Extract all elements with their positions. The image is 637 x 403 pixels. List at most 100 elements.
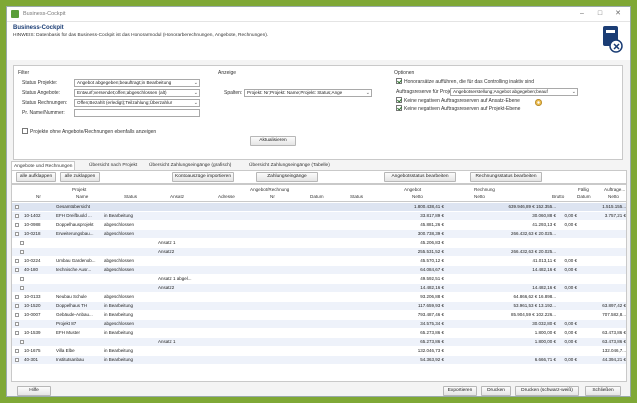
table-row[interactable]: 40-180 technische Ausr... abgeschlossen 64.… xyxy=(12,266,626,274)
expand-toggle-icon[interactable] xyxy=(15,331,19,335)
cell-name: Umbau Gardenob... xyxy=(56,258,96,263)
cell-angebot: 300.738,39 € xyxy=(417,231,444,236)
zahlungseingaenge-button[interactable]: Zahlungseingänge xyxy=(256,172,318,182)
col-ar-nr[interactable]: Nr xyxy=(270,194,275,199)
option-projekt-label: Keine negativen Auftragsreserven auf Pro… xyxy=(404,106,521,112)
col-reserve-netto[interactable]: Netto xyxy=(608,194,619,199)
table-subrow[interactable]: Ansatz 1 65.273,86 € 1.800,00 € 0,00 € 63.47… xyxy=(12,338,626,346)
option-projekt-checkbox[interactable] xyxy=(396,105,402,111)
page-title: Business-Cockpit xyxy=(13,25,64,31)
angebotsstatus-button[interactable]: Angebotsstatus bearbeiten xyxy=(384,172,456,182)
table-row[interactable]: 10-1402 EFH Dreifbuold ... in Bearbeitung 3… xyxy=(12,212,626,220)
collapse-all-button[interactable]: alle zuklappen xyxy=(60,172,100,182)
col-nr[interactable]: Nr xyxy=(36,194,41,199)
cell-status: abgeschlossen xyxy=(104,321,135,326)
expand-toggle-icon[interactable] xyxy=(15,313,19,317)
cell-name: EFH Muster xyxy=(56,330,81,335)
table-row[interactable]: 10-1520 Doppelhaus TH in Bearbeitung 117.65… xyxy=(12,302,626,310)
print-bw-button[interactable]: Drucken (schwarz-weiß) xyxy=(515,386,579,396)
tab-uebersicht-projekt[interactable]: Übersicht nach Projekt xyxy=(89,161,137,170)
cell-status: in Bearbeitung xyxy=(104,357,134,362)
col-angebot-netto[interactable]: Netto xyxy=(412,194,423,199)
col-datum[interactable]: Datum xyxy=(310,194,324,199)
cell-faellig: 0,00 € xyxy=(564,267,577,272)
print-button[interactable]: Drucken xyxy=(481,386,511,396)
table-subrow[interactable]: Ansatz 1 45.206,83 € xyxy=(12,239,626,247)
option-reserve-label: Auftragsreserve für Projekte xyxy=(396,89,459,95)
table-subrow[interactable]: Ansatz2 14.482,16 € 14.482,16 € 0,00 € xyxy=(12,284,626,292)
table-row[interactable]: 10-0133 Neubau Schule abgeschlossen 93.206,… xyxy=(12,293,626,301)
table-subrow[interactable]: Ansatz2 255.531,52 € 266.432,63 € 20.025..… xyxy=(12,248,626,256)
cell-ansatz: Ansatz 1 xyxy=(158,240,176,245)
col-rechnung-netto[interactable]: Netto xyxy=(474,194,485,199)
maximize-button[interactable]: □ xyxy=(593,9,607,19)
table-row[interactable]: 10-1539 EFH Muster in Bearbeitung 65.273,86… xyxy=(12,329,626,337)
table-row[interactable]: 10-0988 Doppelhausprojekt abgeschlossen 45.… xyxy=(12,221,626,229)
table-row[interactable]: 10-1675 Villa Elbe in Bearbeitung 132.046,7… xyxy=(12,347,626,355)
cell-angebot: 65.273,86 € xyxy=(420,330,444,335)
col-name[interactable]: Name xyxy=(76,194,88,199)
expand-toggle-icon[interactable] xyxy=(20,286,24,290)
col-adresse[interactable]: Adresse xyxy=(218,194,235,199)
expand-toggle-icon[interactable] xyxy=(15,223,19,227)
header-projekt: Projekt xyxy=(72,187,87,192)
close-button[interactable]: ✕ xyxy=(611,9,625,19)
auftragsreserve-select[interactable]: Angebotserstellung;Angebot abgegeben;bea… xyxy=(450,88,578,96)
tab-angebote-rechnungen[interactable]: Angebote und Rechnungen xyxy=(11,161,76,170)
tab-zahlungseingaenge-grafisch[interactable]: Übersicht Zahlungseingänge (grafisch) xyxy=(149,161,231,170)
expand-toggle-icon[interactable] xyxy=(20,241,24,245)
option-ansatz-checkbox[interactable] xyxy=(396,97,402,103)
status-angebote-select[interactable]: Entwurf;versendet;offen;abgeschlossen (a… xyxy=(74,89,200,97)
expand-toggle-icon[interactable] xyxy=(15,304,19,308)
settings-gear-icon[interactable] xyxy=(534,98,543,107)
table-subrow[interactable]: Ansatz 1 abgel... 49.592,51 € xyxy=(12,275,626,283)
col-ar-status[interactable]: Status xyxy=(350,194,363,199)
expand-toggle-icon[interactable] xyxy=(15,349,19,353)
status-projekte-select[interactable]: Angebot abgegeben;beauftragt;in Bearbeit… xyxy=(74,79,200,87)
import-kontoauszuege-button[interactable]: Kontoauszüge importieren xyxy=(172,172,234,182)
cell-name: Doppelhausprojekt xyxy=(56,222,94,227)
spalten-select[interactable]: Projekt: Nr;Projekt: Name;Projekt: Statu… xyxy=(244,89,372,97)
pr-name-input[interactable] xyxy=(74,109,200,117)
expand-toggle-icon[interactable] xyxy=(15,322,19,326)
col-brutto[interactable]: Brutto xyxy=(552,194,564,199)
results-grid: Projekt Angebot/Rechnung Angebot Rechnun… xyxy=(11,184,627,382)
app-window: Business-Cockpit – □ ✕ Business-Cockpit … xyxy=(6,6,631,397)
export-button[interactable]: Exportieren xyxy=(443,386,477,396)
minimize-button[interactable]: – xyxy=(575,9,589,19)
col-faellig-datum[interactable]: Datum xyxy=(577,194,591,199)
expand-toggle-icon[interactable] xyxy=(15,214,19,218)
expand-toggle-icon[interactable] xyxy=(15,232,19,236)
expand-toggle-icon[interactable] xyxy=(15,295,19,299)
col-status[interactable]: Status xyxy=(124,194,137,199)
col-ansatz[interactable]: Ansatz xyxy=(170,194,184,199)
ohne-angebote-checkbox[interactable] xyxy=(22,128,28,134)
expand-all-button[interactable]: alle aufklappen xyxy=(16,172,56,182)
close-dialog-button[interactable]: Schließen xyxy=(585,386,621,396)
expand-toggle-icon[interactable] xyxy=(15,205,19,209)
table-row[interactable]: 10-0007 Gebäude-Anbau... in Bearbeitung 793… xyxy=(12,311,626,319)
cell-rechnung: 14.482,16 € xyxy=(532,267,556,272)
expand-toggle-icon[interactable] xyxy=(15,358,19,362)
option-inaktiv-checkbox[interactable] xyxy=(396,78,402,84)
cell-reserve: 63.473,86 € xyxy=(602,339,626,344)
rechnungsstatus-button[interactable]: Rechnungsstatus bearbeiten xyxy=(470,172,542,182)
expand-toggle-icon[interactable] xyxy=(20,250,24,254)
table-row[interactable]: 40-301 Institutsanbau in Bearbeitung 54.363… xyxy=(12,356,626,364)
header-faellig: Fällig xyxy=(578,187,589,192)
status-rechnungen-select[interactable]: Offen;Bezahlt (erledigt);Teilzahlung;Übe… xyxy=(74,99,200,107)
page-header: Business-Cockpit HINWEIS: Datenbasis für… xyxy=(7,22,630,60)
cell-nr: 10-0224 xyxy=(24,258,41,263)
tab-zahlungseingaenge-tabelle[interactable]: Übersicht Zahlungseingänge (Tabelle) xyxy=(249,161,330,170)
expand-toggle-icon[interactable] xyxy=(20,277,24,281)
expand-toggle-icon[interactable] xyxy=(15,259,19,263)
table-row[interactable]: 10-0218 Erweiterungsbau... abgeschlossen 30… xyxy=(12,230,626,238)
table-summary-row[interactable]: Gesamtübersicht 1.800.438,41 € 639.946,89 … xyxy=(12,203,626,211)
expand-toggle-icon[interactable] xyxy=(20,340,24,344)
help-button[interactable]: Hilfe xyxy=(17,386,51,396)
expand-toggle-icon[interactable] xyxy=(15,268,19,272)
app-icon xyxy=(11,10,19,18)
table-row[interactable]: Projekt 87 abgeschlossen 34.575,34 € 30.032… xyxy=(12,320,626,328)
refresh-button[interactable]: Aktualisieren xyxy=(250,136,296,146)
table-row[interactable]: 10-0224 Umbau Gardenob... abgeschlossen 45.… xyxy=(12,257,626,265)
